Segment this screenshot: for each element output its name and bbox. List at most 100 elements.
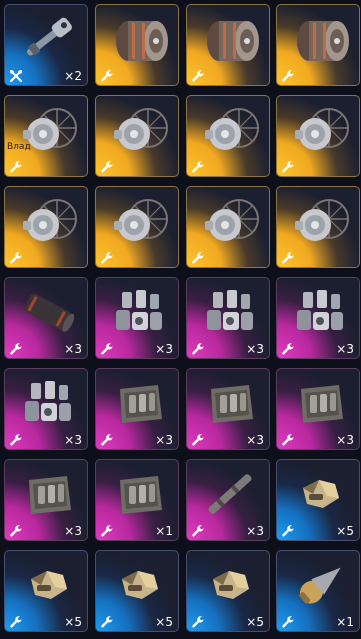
gold-nozzle-image — [17, 557, 79, 613]
engine-drum-image — [108, 11, 170, 67]
parts-crate-image — [108, 466, 170, 522]
crossed-tools-icon — [9, 68, 23, 82]
quantity-label: ×3 — [64, 342, 82, 356]
quantity-label: ×5 — [246, 615, 264, 629]
wrench-icon — [9, 250, 23, 264]
turbine-engine-image — [289, 102, 351, 158]
quantity-label: ×5 — [155, 615, 173, 629]
wrench-icon — [9, 523, 23, 537]
quantity-label: ×3 — [64, 524, 82, 538]
wrench-icon — [191, 341, 205, 355]
wrench-icon — [281, 523, 295, 537]
inventory-slot[interactable]: ×3 — [276, 368, 360, 450]
inventory-slot[interactable]: ×1 — [95, 459, 179, 541]
gold-nozzle-image — [199, 557, 261, 613]
wrench-icon — [281, 341, 295, 355]
turbine-engine-image — [199, 193, 261, 249]
inventory-slot[interactable]: Влад — [4, 95, 88, 177]
quantity-label: ×5 — [64, 615, 82, 629]
wrench-icon — [281, 432, 295, 446]
wrench-icon — [100, 68, 114, 82]
wrench-icon — [191, 523, 205, 537]
inventory-slot[interactable]: ×3 — [186, 277, 270, 359]
quantity-label: ×2 — [64, 69, 82, 83]
parts-crate-image — [17, 466, 79, 522]
wrench-icon — [281, 614, 295, 628]
wrench-icon — [191, 159, 205, 173]
inventory-slot[interactable]: ×5 — [95, 550, 179, 632]
inventory-slot[interactable]: ×1 — [276, 550, 360, 632]
wrench-icon — [191, 432, 205, 446]
wrench-icon — [100, 432, 114, 446]
inventory-slot[interactable] — [95, 95, 179, 177]
inventory-slot[interactable]: ×3 — [4, 277, 88, 359]
inventory-slot[interactable] — [276, 95, 360, 177]
quantity-label: ×3 — [336, 433, 354, 447]
engine-parts-pile-image — [289, 284, 351, 340]
wrench-icon — [191, 250, 205, 264]
inventory-slot[interactable] — [95, 186, 179, 268]
parts-crate-image — [289, 375, 351, 431]
warhead-cone-image — [289, 557, 351, 613]
inventory-slot[interactable]: ×5 — [186, 550, 270, 632]
owner-tag: Влад — [7, 142, 31, 152]
quantity-label: ×3 — [155, 342, 173, 356]
wrench-icon — [281, 68, 295, 82]
engine-drum-image — [289, 11, 351, 67]
wrench-icon — [100, 523, 114, 537]
inventory-slot[interactable]: ×3 — [186, 459, 270, 541]
turbine-engine-image — [108, 102, 170, 158]
inventory-slot[interactable] — [186, 95, 270, 177]
quantity-label: ×3 — [246, 433, 264, 447]
inventory-slot[interactable] — [4, 186, 88, 268]
wrench-icon — [191, 614, 205, 628]
dark-barrel-image — [17, 284, 79, 340]
gold-nozzle-image — [289, 466, 351, 522]
inventory-slot[interactable]: ×3 — [186, 368, 270, 450]
turbine-engine-image — [199, 102, 261, 158]
turbine-engine-image — [289, 193, 351, 249]
inventory-slot[interactable]: ×2 — [4, 4, 88, 86]
quantity-label: ×3 — [246, 524, 264, 538]
inventory-slot[interactable] — [276, 4, 360, 86]
engine-parts-pile-image — [199, 284, 261, 340]
quantity-label: ×5 — [336, 524, 354, 538]
engine-parts-pile-image — [108, 284, 170, 340]
inventory-slot[interactable]: ×3 — [276, 277, 360, 359]
inventory-slot[interactable]: ×5 — [4, 550, 88, 632]
quantity-label: ×3 — [246, 342, 264, 356]
wrench-icon — [9, 614, 23, 628]
inventory-slot[interactable] — [186, 4, 270, 86]
inventory-slot[interactable]: ×3 — [95, 277, 179, 359]
inventory-slot[interactable]: ×3 — [95, 368, 179, 450]
wrench-icon — [100, 614, 114, 628]
inventory-slot[interactable] — [276, 186, 360, 268]
inventory-slot[interactable]: ×5 — [276, 459, 360, 541]
quantity-label: ×1 — [336, 615, 354, 629]
inventory-grid: ×2 Влад ×3 ×3 ×3 ×3 ×3 ×3 ×3 ×3 ×3 ×1 ×3… — [0, 0, 361, 639]
metal-rod-image — [199, 466, 261, 522]
inventory-slot[interactable] — [95, 4, 179, 86]
wrench-icon — [100, 250, 114, 264]
wrench-icon — [281, 159, 295, 173]
engine-drum-image — [199, 11, 261, 67]
wrench-icon — [281, 250, 295, 264]
wrench-icon — [100, 159, 114, 173]
inventory-slot[interactable]: ×3 — [4, 459, 88, 541]
quantity-label: ×1 — [155, 524, 173, 538]
scope-rifle-part-image — [17, 11, 79, 67]
wrench-icon — [9, 432, 23, 446]
quantity-label: ×3 — [336, 342, 354, 356]
inventory-slot[interactable] — [186, 186, 270, 268]
wrench-icon — [9, 341, 23, 355]
turbine-engine-image — [17, 193, 79, 249]
wrench-icon — [9, 159, 23, 173]
inventory-slot[interactable]: ×3 — [4, 368, 88, 450]
parts-crate-image — [108, 375, 170, 431]
turbine-engine-image — [108, 193, 170, 249]
quantity-label: ×3 — [64, 433, 82, 447]
parts-crate-image — [199, 375, 261, 431]
wrench-icon — [191, 68, 205, 82]
wrench-icon — [100, 341, 114, 355]
quantity-label: ×3 — [155, 433, 173, 447]
